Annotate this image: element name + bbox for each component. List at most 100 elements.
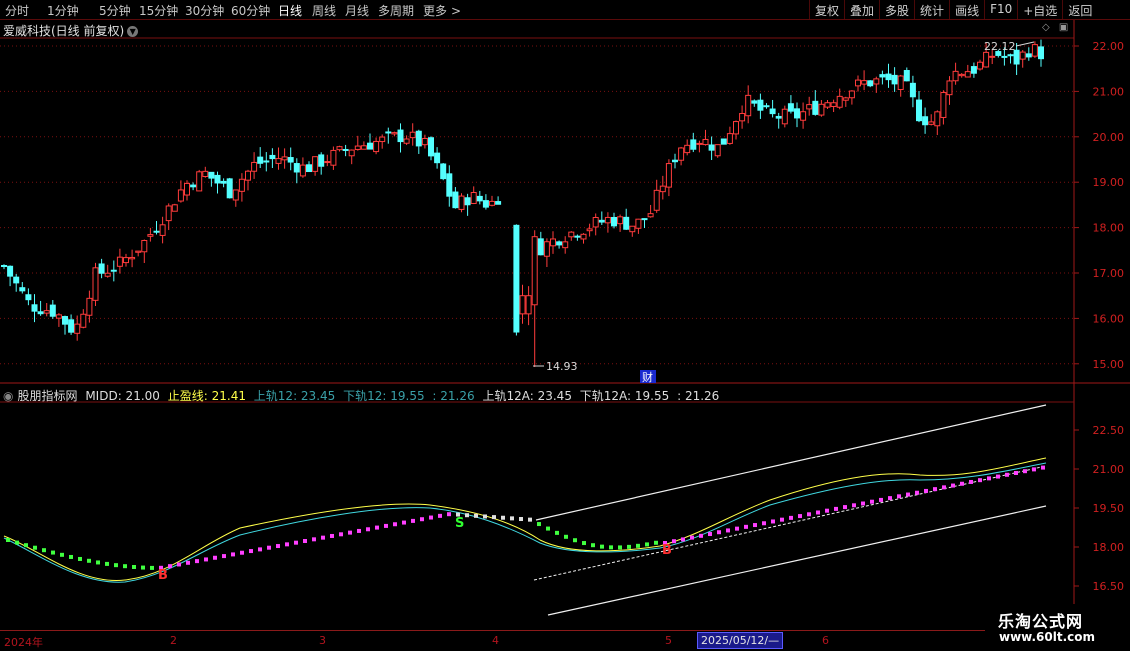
candle-body [31, 304, 38, 312]
date-label-jun: 6 [822, 634, 829, 647]
candle-body [470, 192, 477, 204]
selected-date-label: 2025/05/12/— [697, 632, 784, 649]
signal-dot [798, 514, 802, 519]
candle-body [964, 71, 971, 78]
signal-dot [6, 538, 10, 542]
signal-dot [186, 560, 190, 565]
kline-chart-canvas[interactable]: 22.00 21.00 20.00 19.00 18.00 17.00 16.00 15.00… [0, 0, 1130, 650]
signal-dot [717, 530, 721, 535]
signal-dot [645, 542, 649, 547]
candle-body [55, 314, 62, 319]
candle-body [757, 99, 764, 111]
candle-body [269, 154, 276, 160]
signal-dot [366, 527, 370, 532]
signal-dot [231, 552, 235, 557]
signal-dot [330, 533, 334, 538]
chevron-down-icon[interactable]: ▼ [127, 26, 139, 37]
diamond-icon[interactable]: ◇ [1042, 22, 1050, 33]
candle-body [1038, 46, 1044, 60]
signal-dot [1032, 467, 1036, 472]
price-tick-label: 18.00 [1093, 222, 1125, 235]
candle-body [482, 200, 489, 208]
signal-dot [897, 494, 901, 499]
candle-body [360, 145, 367, 150]
candle-body [897, 75, 904, 90]
signal-dot [474, 513, 478, 518]
candle-body [409, 131, 416, 139]
signal-dot [447, 512, 451, 517]
signal-dot [807, 512, 811, 517]
signal-dot [114, 563, 118, 568]
candle-body [830, 102, 837, 107]
candle-body [574, 235, 581, 238]
signal-dot [15, 540, 19, 545]
candle-body [446, 173, 453, 197]
candle-body [659, 185, 666, 193]
price-tick-label: 17.00 [1093, 267, 1125, 280]
candle-body [98, 263, 105, 274]
candle-body [550, 238, 556, 247]
candle-body [537, 238, 544, 256]
indicator-name[interactable]: 股朋指标网 [17, 389, 77, 403]
signal-dot [879, 497, 883, 502]
signal-dot [555, 530, 559, 535]
fin-badge-label: 财 [642, 370, 653, 384]
candle-body [141, 239, 148, 253]
candle-body [745, 94, 752, 117]
candle-body [428, 137, 434, 157]
candle-body [714, 144, 721, 157]
candle-body [513, 224, 520, 333]
signal-dot [303, 539, 307, 543]
candle-body [708, 144, 715, 151]
signal-dot [294, 540, 298, 545]
candle-body [476, 195, 483, 202]
candle-body [916, 99, 922, 122]
candle-body [202, 170, 209, 177]
indicator-tick-label: 16.50 [1093, 580, 1125, 593]
candle-body [647, 213, 654, 218]
signal-dot [24, 543, 28, 548]
candle-body [1019, 51, 1026, 60]
stop-profit-line [3, 457, 1047, 581]
signal-dot [195, 559, 199, 564]
candle-body [751, 100, 758, 104]
signal-dot [870, 499, 874, 504]
signal-dot [537, 522, 541, 527]
date-axis: 2024年 2 3 4 5 6 2025/05/12/— [0, 630, 1074, 651]
candle-body [763, 105, 770, 108]
candle-body [562, 241, 569, 249]
high-marker-line [1015, 41, 1035, 47]
candle-body [556, 241, 563, 246]
candle-body [238, 178, 245, 192]
price-tick-label: 15.00 [1093, 358, 1125, 371]
candle-body [653, 189, 660, 211]
candle-body [800, 111, 807, 121]
signal-dot [258, 547, 262, 552]
candle-body [123, 257, 129, 264]
candle-body [464, 197, 471, 206]
signal-dot [681, 537, 685, 542]
candle-body [495, 201, 502, 205]
signal-dot [78, 556, 82, 561]
signal-dot [771, 519, 775, 524]
candle-body [452, 191, 459, 209]
candle-body [147, 234, 154, 237]
candle-body [720, 138, 727, 145]
window-toggle-icon[interactable]: ▣ [1059, 22, 1068, 33]
candle-body [245, 170, 251, 181]
indicator-menu-icon[interactable]: ◉ [3, 389, 13, 403]
indicator-tick-label: 18.00 [1093, 541, 1125, 554]
price-tick-label: 16.00 [1093, 312, 1125, 325]
midd-value: MIDD: 21.00 [85, 389, 160, 403]
candle-body [1007, 54, 1014, 57]
candle-body [983, 51, 990, 68]
candle-body [440, 163, 447, 180]
high-price-label: 22.12 [984, 40, 1016, 53]
candle-body [299, 164, 306, 177]
candle-body [177, 189, 184, 202]
candle-body [190, 184, 197, 188]
signal-dot [654, 540, 658, 545]
candle-body [421, 137, 428, 146]
candle-body [879, 74, 886, 78]
candle-body [568, 231, 575, 238]
